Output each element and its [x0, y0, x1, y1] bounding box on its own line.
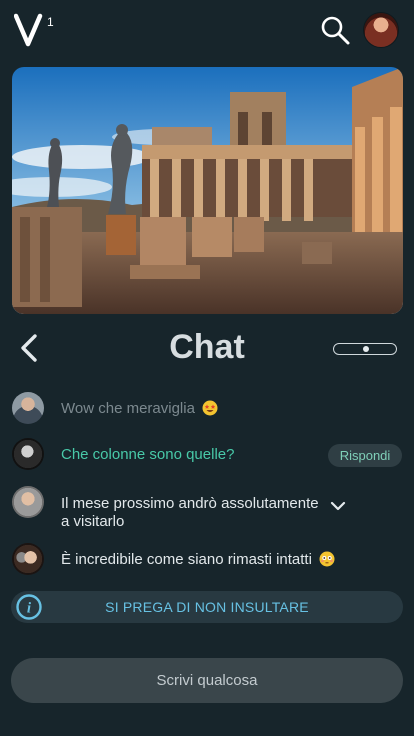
- star-struck-emoji: [202, 400, 218, 416]
- user-avatar[interactable]: [12, 392, 44, 424]
- hero-image: [12, 67, 403, 314]
- chat-message: È incredibile come siano rimasti intatti: [0, 543, 414, 577]
- app-header: 1: [0, 0, 414, 62]
- search-icon[interactable]: [318, 13, 352, 47]
- chat-message: Wow che meraviglia: [0, 392, 414, 426]
- notice-banner: i SI PREGA DI NON INSULTARE: [11, 591, 403, 623]
- user-avatar[interactable]: [12, 486, 44, 518]
- app-logo[interactable]: 1: [14, 12, 58, 48]
- chat-message: Il mese prossimo andrò assolutamente a v…: [0, 486, 414, 532]
- chevron-down-icon[interactable]: [330, 500, 346, 512]
- message-text: Che colonne sono quelle?: [61, 446, 235, 463]
- flushed-emoji: [319, 551, 335, 567]
- message-text: Wow che meraviglia: [61, 400, 218, 418]
- toggle-knob: [363, 346, 369, 352]
- logo-mark: 1: [47, 15, 54, 29]
- user-avatar[interactable]: [364, 13, 398, 47]
- notice-text: SI PREGA DI NON INSULTARE: [105, 599, 309, 615]
- chat-toggle[interactable]: [333, 343, 397, 355]
- message-text: Il mese prossimo andrò assolutamente a v…: [61, 495, 319, 530]
- user-avatar[interactable]: [12, 543, 44, 575]
- message-input[interactable]: [11, 658, 403, 703]
- reply-button[interactable]: Rispondi: [328, 444, 402, 467]
- message-text: È incredibile come siano rimasti intatti: [61, 551, 335, 569]
- user-avatar[interactable]: [12, 438, 44, 470]
